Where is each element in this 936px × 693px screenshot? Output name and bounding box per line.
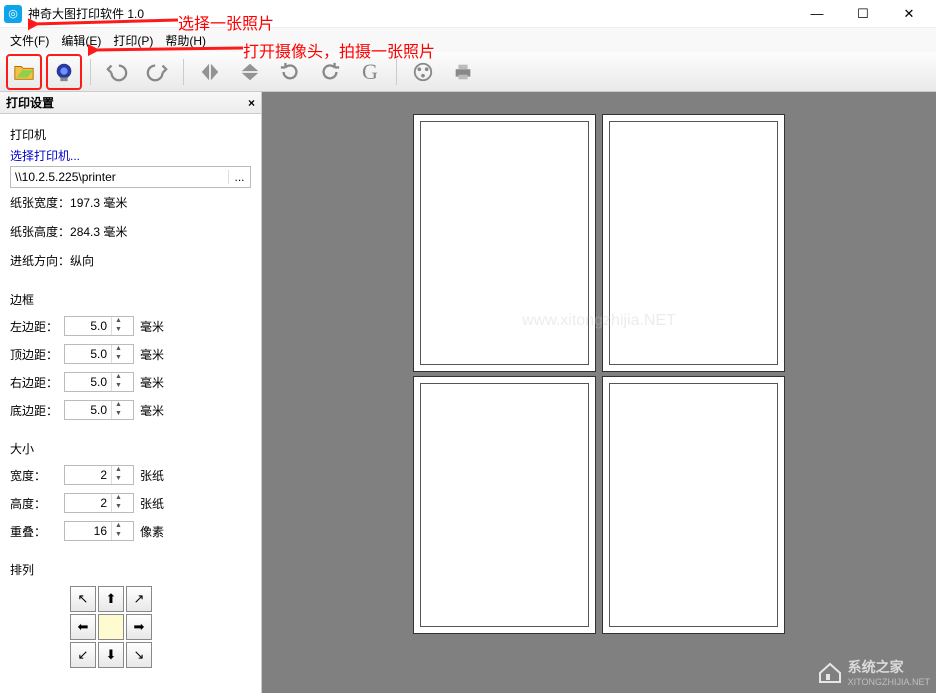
align-bottom-right-button[interactable]: ↘ <box>126 642 152 668</box>
page-preview <box>413 114 596 372</box>
arrange-section-label: 排列 <box>10 555 251 582</box>
align-bottom-left-button[interactable]: ↙ <box>70 642 96 668</box>
main-area: 打印设置 × 打印机 选择打印机... ... 纸张宽度：197.3 毫米 纸张… <box>0 92 936 693</box>
margin-left-stepper[interactable]: ▲▼ <box>64 316 134 336</box>
margin-top-row: 顶边距： ▲▼ 毫米 <box>10 340 251 368</box>
panel-close-button[interactable]: × <box>248 96 255 110</box>
window-title: 神奇大图打印软件 1.0 <box>28 5 794 22</box>
align-center-button[interactable] <box>98 614 124 640</box>
margin-bottom-stepper[interactable]: ▲▼ <box>64 400 134 420</box>
margin-right-row: 右边距： ▲▼ 毫米 <box>10 368 251 396</box>
overlap-row: 重叠： ▲▼ 像素 <box>10 517 251 545</box>
printer-section-label: 打印机 <box>10 120 251 147</box>
menu-print[interactable]: 打印(P) <box>113 32 153 49</box>
menu-edit[interactable]: 编辑(E) <box>61 32 101 49</box>
minimize-button[interactable]: — <box>794 0 840 28</box>
annotation-select-photo: 选择一张照片 <box>178 10 274 34</box>
redo-button[interactable] <box>141 56 173 88</box>
toolbar: G <box>0 52 936 92</box>
watermark-brand: 系统之家 XITONGZHIJIA.NET <box>816 657 930 687</box>
panel-title: 打印设置 <box>6 94 54 111</box>
maximize-button[interactable]: ☐ <box>840 0 886 28</box>
undo-button[interactable] <box>101 56 133 88</box>
align-top-button[interactable]: ⬆ <box>98 586 124 612</box>
height-stepper[interactable]: ▲▼ <box>64 493 134 513</box>
menu-help[interactable]: 帮助(H) <box>165 32 206 49</box>
menubar: 文件(F) 编辑(E) 打印(P) 帮助(H) <box>0 28 936 52</box>
margin-top-stepper[interactable]: ▲▼ <box>64 344 134 364</box>
close-button[interactable]: ✕ <box>886 0 932 28</box>
height-row: 高度： ▲▼ 张纸 <box>10 489 251 517</box>
align-top-right-button[interactable]: ↗ <box>126 586 152 612</box>
align-top-left-button[interactable]: ↖ <box>70 586 96 612</box>
margin-right-stepper[interactable]: ▲▼ <box>64 372 134 392</box>
print-settings-panel: 打印设置 × 打印机 选择打印机... ... 纸张宽度：197.3 毫米 纸张… <box>0 92 262 693</box>
panel-header: 打印设置 × <box>0 92 261 114</box>
align-right-button[interactable]: ➡ <box>126 614 152 640</box>
align-bottom-button[interactable]: ⬇ <box>98 642 124 668</box>
size-section-label: 大小 <box>10 434 251 461</box>
paper-width-row: 纸张宽度：197.3 毫米 <box>10 188 251 217</box>
arrange-grid: ↖ ⬆ ↗ ⬅ ➡ ↙ ⬇ ↘ <box>70 586 251 668</box>
page-preview <box>602 376 785 634</box>
camera-button[interactable] <box>48 56 80 88</box>
border-section-label: 边框 <box>10 285 251 312</box>
page-preview <box>413 376 596 634</box>
printer-path-input[interactable] <box>11 170 228 184</box>
margin-bottom-row: 底边距： ▲▼ 毫米 <box>10 396 251 424</box>
select-printer-link[interactable]: 选择打印机... <box>10 147 251 164</box>
width-row: 宽度： ▲▼ 张纸 <box>10 461 251 489</box>
margin-left-row: 左边距： ▲▼ 毫米 <box>10 312 251 340</box>
overlap-stepper[interactable]: ▲▼ <box>64 521 134 541</box>
titlebar: ◎ 神奇大图打印软件 1.0 — ☐ ✕ <box>0 0 936 28</box>
preview-canvas[interactable]: www.xitongzhijia.NET 系统之家 XITONGZHIJIA.N… <box>262 92 936 693</box>
printer-path-field[interactable]: ... <box>10 166 251 188</box>
page-preview <box>602 114 785 372</box>
align-left-button[interactable]: ⬅ <box>70 614 96 640</box>
menu-file[interactable]: 文件(F) <box>10 32 49 49</box>
open-image-button[interactable] <box>8 56 40 88</box>
annotation-open-camera: 打开摄像头，拍摄一张照片 <box>243 38 435 62</box>
width-stepper[interactable]: ▲▼ <box>64 465 134 485</box>
print-button[interactable] <box>447 56 479 88</box>
flip-horizontal-button[interactable] <box>194 56 226 88</box>
printer-browse-button[interactable]: ... <box>228 170 250 184</box>
paper-height-row: 纸张高度：284.3 毫米 <box>10 217 251 246</box>
app-icon: ◎ <box>4 5 22 23</box>
feed-direction-row: 进纸方向：纵向 <box>10 246 251 275</box>
